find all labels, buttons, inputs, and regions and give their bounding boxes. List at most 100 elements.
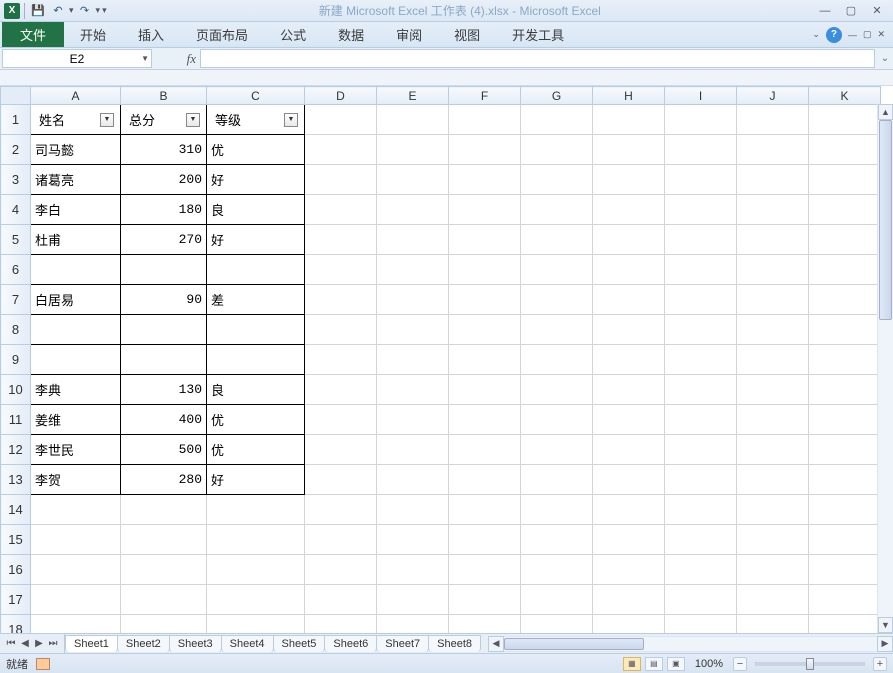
cell-A3[interactable]: 诸葛亮 <box>31 165 121 195</box>
cell-C7[interactable]: 差 <box>207 285 305 315</box>
cell-I2[interactable] <box>665 135 737 165</box>
cell-D15[interactable] <box>305 525 377 555</box>
cell-J16[interactable] <box>737 555 809 585</box>
cell-B11[interactable]: 400 <box>121 405 207 435</box>
cell-F8[interactable] <box>449 315 521 345</box>
cell-D3[interactable] <box>305 165 377 195</box>
header-cell-a[interactable]: 姓名▼ <box>31 105 121 135</box>
cell-D16[interactable] <box>305 555 377 585</box>
cell-B16[interactable] <box>121 555 207 585</box>
cell-D11[interactable] <box>305 405 377 435</box>
scroll-up-icon[interactable]: ▲ <box>878 104 893 120</box>
tab-home[interactable]: 开始 <box>64 22 122 47</box>
header-cell-c[interactable]: 等级▼ <box>207 105 305 135</box>
cell-G6[interactable] <box>521 255 593 285</box>
cell-I5[interactable] <box>665 225 737 255</box>
select-all-corner[interactable] <box>1 87 31 105</box>
cell-J12[interactable] <box>737 435 809 465</box>
cell-C12[interactable]: 优 <box>207 435 305 465</box>
cell-K11[interactable] <box>809 405 881 435</box>
column-header-E[interactable]: E <box>377 87 449 105</box>
cell-B15[interactable] <box>121 525 207 555</box>
column-header-F[interactable]: F <box>449 87 521 105</box>
cell-F1[interactable] <box>449 105 521 135</box>
cell-B9[interactable] <box>121 345 207 375</box>
cell-C3[interactable]: 好 <box>207 165 305 195</box>
cell-E15[interactable] <box>377 525 449 555</box>
cell-E10[interactable] <box>377 375 449 405</box>
cell-G16[interactable] <box>521 555 593 585</box>
cell-A6[interactable] <box>31 255 121 285</box>
sheet-tab-sheet3[interactable]: Sheet3 <box>169 635 222 652</box>
cell-C4[interactable]: 良 <box>207 195 305 225</box>
cell-G7[interactable] <box>521 285 593 315</box>
cell-D4[interactable] <box>305 195 377 225</box>
workbook-restore-icon[interactable]: ▢ <box>863 29 872 40</box>
cell-H3[interactable] <box>593 165 665 195</box>
cell-J14[interactable] <box>737 495 809 525</box>
cell-I10[interactable] <box>665 375 737 405</box>
cell-J10[interactable] <box>737 375 809 405</box>
help-icon[interactable]: ? <box>826 27 842 43</box>
cell-K17[interactable] <box>809 585 881 615</box>
cell-I17[interactable] <box>665 585 737 615</box>
horizontal-scroll-thumb[interactable] <box>504 638 644 650</box>
row-header-11[interactable]: 11 <box>1 405 31 435</box>
cell-J5[interactable] <box>737 225 809 255</box>
cell-J4[interactable] <box>737 195 809 225</box>
cell-H6[interactable] <box>593 255 665 285</box>
cell-A5[interactable]: 杜甫 <box>31 225 121 255</box>
row-header-13[interactable]: 13 <box>1 465 31 495</box>
cell-F6[interactable] <box>449 255 521 285</box>
cell-C13[interactable]: 好 <box>207 465 305 495</box>
cell-K1[interactable] <box>809 105 881 135</box>
cell-C14[interactable] <box>207 495 305 525</box>
cell-H13[interactable] <box>593 465 665 495</box>
filter-dropdown-icon[interactable]: ▼ <box>284 113 298 127</box>
formula-input[interactable] <box>200 49 875 68</box>
close-button[interactable]: ✕ <box>865 3 889 19</box>
cell-K16[interactable] <box>809 555 881 585</box>
tab-page-layout[interactable]: 页面布局 <box>180 22 264 47</box>
cell-H18[interactable] <box>593 615 665 634</box>
cell-B3[interactable]: 200 <box>121 165 207 195</box>
zoom-slider-thumb[interactable] <box>806 658 814 670</box>
cell-I6[interactable] <box>665 255 737 285</box>
cell-D1[interactable] <box>305 105 377 135</box>
cell-I11[interactable] <box>665 405 737 435</box>
scroll-down-icon[interactable]: ▼ <box>878 617 893 633</box>
cell-E13[interactable] <box>377 465 449 495</box>
cell-E16[interactable] <box>377 555 449 585</box>
cell-D7[interactable] <box>305 285 377 315</box>
cell-A13[interactable]: 李贺 <box>31 465 121 495</box>
sheet-first-icon[interactable]: ⏮ <box>4 638 18 649</box>
workbook-minimize-icon[interactable]: — <box>848 30 857 40</box>
view-normal-icon[interactable]: ▦ <box>623 657 641 671</box>
cell-A18[interactable] <box>31 615 121 634</box>
cell-F13[interactable] <box>449 465 521 495</box>
cell-A8[interactable] <box>31 315 121 345</box>
cell-K15[interactable] <box>809 525 881 555</box>
cell-B18[interactable] <box>121 615 207 634</box>
cell-I8[interactable] <box>665 315 737 345</box>
cell-D9[interactable] <box>305 345 377 375</box>
cell-G8[interactable] <box>521 315 593 345</box>
vertical-scrollbar[interactable]: ▲ ▼ <box>877 104 893 633</box>
cell-K13[interactable] <box>809 465 881 495</box>
cell-K18[interactable] <box>809 615 881 634</box>
cell-A16[interactable] <box>31 555 121 585</box>
cell-F18[interactable] <box>449 615 521 634</box>
file-tab[interactable]: 文件 <box>2 22 64 47</box>
cell-F5[interactable] <box>449 225 521 255</box>
cell-G12[interactable] <box>521 435 593 465</box>
cell-H9[interactable] <box>593 345 665 375</box>
row-header-15[interactable]: 15 <box>1 525 31 555</box>
cell-B8[interactable] <box>121 315 207 345</box>
cell-E12[interactable] <box>377 435 449 465</box>
cell-A11[interactable]: 姜维 <box>31 405 121 435</box>
cell-C10[interactable]: 良 <box>207 375 305 405</box>
cell-I12[interactable] <box>665 435 737 465</box>
cell-D17[interactable] <box>305 585 377 615</box>
cell-D8[interactable] <box>305 315 377 345</box>
sheet-tab-sheet6[interactable]: Sheet6 <box>324 635 377 652</box>
